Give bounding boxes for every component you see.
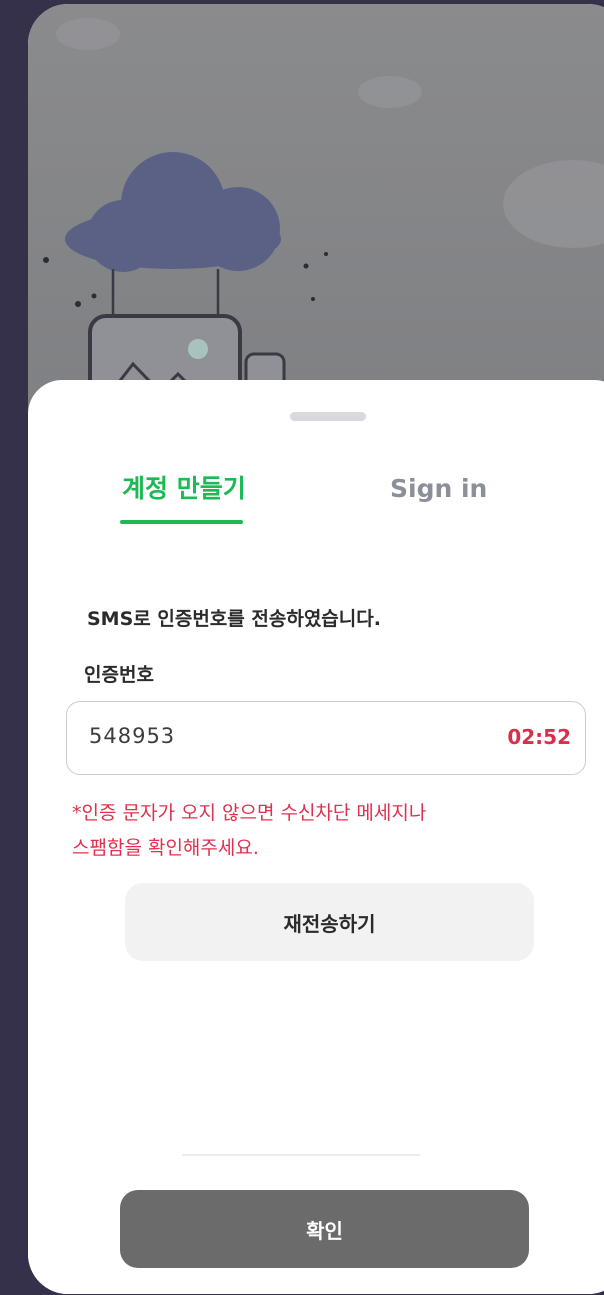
- header-illustration: [28, 4, 604, 424]
- tab-sign-in[interactable]: Sign in: [390, 474, 487, 504]
- spam-warning-text: *인증 문자가 오지 않으면 수신차단 메세지나 스팸함을 확인해주세요.: [72, 796, 552, 866]
- spam-warning-line-1: *인증 문자가 오지 않으면 수신차단 메세지나: [72, 802, 427, 824]
- footer-divider: [182, 1154, 420, 1156]
- cloud-photo-illustration: [43, 18, 604, 424]
- countdown-timer: 02:52: [507, 725, 571, 749]
- verification-code-input[interactable]: 548953 02:52: [66, 701, 586, 775]
- confirm-button[interactable]: 확인: [120, 1190, 529, 1268]
- verification-code-value[interactable]: 548953: [89, 724, 175, 748]
- spam-warning-line-2: 스팸함을 확인해주세요.: [72, 837, 259, 859]
- tab-create-account[interactable]: 계정 만들기: [122, 474, 246, 504]
- active-tab-indicator: [120, 520, 243, 524]
- resend-button[interactable]: 재전송하기: [125, 883, 534, 961]
- phone-screen: 계정 만들기 Sign in SMS로 인증번호를 전송하였습니다. 인증번호 …: [28, 4, 604, 1294]
- auth-bottom-sheet: 계정 만들기 Sign in SMS로 인증번호를 전송하였습니다. 인증번호 …: [28, 380, 604, 1294]
- sms-sent-notice: SMS로 인증번호를 전송하였습니다.: [87, 608, 381, 630]
- sheet-drag-handle[interactable]: [290, 412, 366, 421]
- verification-code-label: 인증번호: [84, 664, 154, 686]
